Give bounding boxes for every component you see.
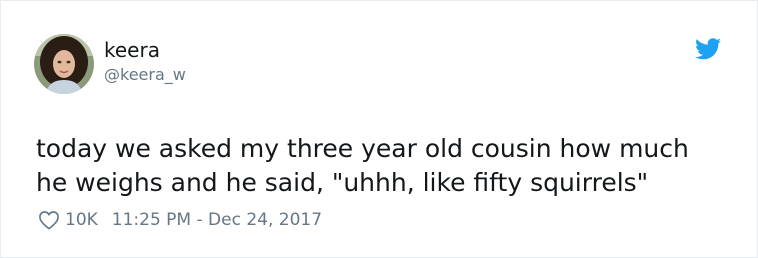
tweet-timestamp[interactable]: 11:25 PM - Dec 24, 2017 [112, 210, 322, 230]
tweet-card: keera @keera_w today we asked my three y… [0, 0, 758, 258]
avatar-image [34, 34, 94, 94]
heart-icon [39, 211, 59, 230]
user-handle[interactable]: @keera_w [104, 65, 186, 85]
twitter-bird-icon[interactable] [695, 38, 721, 60]
like-count: 10K [65, 210, 98, 230]
display-name[interactable]: keera [104, 39, 160, 61]
avatar[interactable] [34, 34, 94, 94]
tweet-text-line: he weighs and he said, "uhhh, like fifty… [36, 168, 649, 197]
like-button[interactable]: 10K [38, 210, 112, 230]
tweet-footer: 10K 11:25 PM - Dec 24, 2017 [38, 207, 322, 233]
tweet-text-line: today we asked my three year old cousin … [36, 134, 689, 163]
tweet-text: today we asked my three year old cousin … [36, 132, 736, 200]
